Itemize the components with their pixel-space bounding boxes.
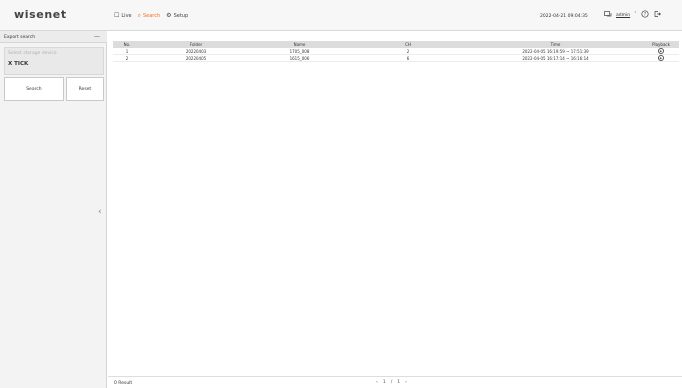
main-nav: ☐ Live ⌕ Search ⚙ Setup xyxy=(114,11,188,21)
logo: wisenet xyxy=(14,8,67,21)
monitor-icon: ☐ xyxy=(114,12,120,19)
header-name: Name xyxy=(293,42,306,47)
prev-page-icon[interactable]: ‹ xyxy=(376,380,378,385)
page-separator: / xyxy=(390,380,393,385)
user-caret-icon[interactable]: ˇ xyxy=(634,12,637,18)
header-playback: Playback xyxy=(652,42,670,47)
main-content: No. Folder Name CH Time Playback 1 20220… xyxy=(108,31,682,388)
device-placeholder: Select storage device xyxy=(8,51,57,56)
nav-setup[interactable]: ⚙ Setup xyxy=(166,12,189,20)
search-button[interactable]: Search xyxy=(4,77,64,101)
results-footer: 0 Result ‹ 1 / 1 › xyxy=(108,376,682,388)
cell-time: 2022-04-05 16:19:59 ~ 17:51:39 xyxy=(522,48,589,54)
header-no: No. xyxy=(123,42,131,47)
top-bar: wisenet ☐ Live ⌕ Search ⚙ Setup 2022-04-… xyxy=(0,0,682,31)
header-folder: Folder xyxy=(189,42,203,47)
current-page: 1 xyxy=(382,380,386,385)
cell-playback: ▶ xyxy=(643,48,679,54)
panel-buttons: Search Reset xyxy=(4,77,104,101)
panel-header: Export search — xyxy=(0,31,107,43)
table-row[interactable]: 1 20220403 1705_008 2 2022-04-05 16:19:5… xyxy=(113,48,679,55)
chevron-left-icon[interactable]: ‹ xyxy=(98,207,102,217)
collapse-icon[interactable]: — xyxy=(94,33,100,40)
result-count: 0 Result xyxy=(114,381,133,386)
nav-search-label: Search xyxy=(142,13,161,19)
cell-folder: 20220403 xyxy=(185,48,207,54)
cell-name: 1705_008 xyxy=(289,48,310,54)
header-time: Time xyxy=(550,42,561,47)
nav-setup-label: Setup xyxy=(173,13,189,19)
cell-time: 2022-04-05 16:17:14 ~ 16:16:14 xyxy=(522,55,589,61)
table-header: No. Folder Name CH Time Playback xyxy=(113,41,679,48)
play-icon[interactable]: ▶ xyxy=(658,48,664,54)
logout-icon[interactable] xyxy=(653,10,661,20)
datetime-display: 2022-04-21 09:04:35 xyxy=(540,14,588,19)
total-pages: 1 xyxy=(397,380,401,385)
user-icon[interactable] xyxy=(604,10,612,20)
top-right-tools: admin ˇ ? xyxy=(604,10,661,20)
cell-no: 1 xyxy=(125,48,129,54)
search-icon: ⌕ xyxy=(137,12,141,19)
user-name-link[interactable]: admin xyxy=(616,13,630,18)
table-row[interactable]: 2 20220405 1615_006 6 2022-04-05 16:17:1… xyxy=(113,55,679,62)
left-panel: Export search — Select storage device X … xyxy=(0,31,107,388)
device-value: X TICK xyxy=(8,61,29,67)
cell-no: 2 xyxy=(125,55,129,61)
results-table: No. Folder Name CH Time Playback 1 20220… xyxy=(113,41,679,62)
nav-live[interactable]: ☐ Live xyxy=(114,12,132,20)
cell-playback: ▶ xyxy=(643,55,679,61)
nav-search[interactable]: ⌕ Search xyxy=(137,12,161,20)
next-page-icon[interactable]: › xyxy=(405,380,407,385)
gear-icon: ⚙ xyxy=(166,12,172,19)
header-ch: CH xyxy=(405,42,411,47)
nav-live-label: Live xyxy=(121,13,132,19)
panel-title: Export search xyxy=(4,35,36,40)
cell-name: 1615_006 xyxy=(289,55,310,61)
play-icon[interactable]: ▶ xyxy=(658,55,664,61)
app-window: wisenet ☐ Live ⌕ Search ⚙ Setup 2022-04-… xyxy=(0,0,682,388)
cell-folder: 20220405 xyxy=(185,55,207,61)
storage-device-select[interactable]: Select storage device X TICK xyxy=(4,47,104,75)
cell-ch: 2 xyxy=(406,48,410,54)
pagination: ‹ 1 / 1 › xyxy=(376,380,407,385)
reset-button[interactable]: Reset xyxy=(65,77,104,101)
cell-ch: 6 xyxy=(406,55,410,61)
help-icon[interactable]: ? xyxy=(641,10,649,20)
